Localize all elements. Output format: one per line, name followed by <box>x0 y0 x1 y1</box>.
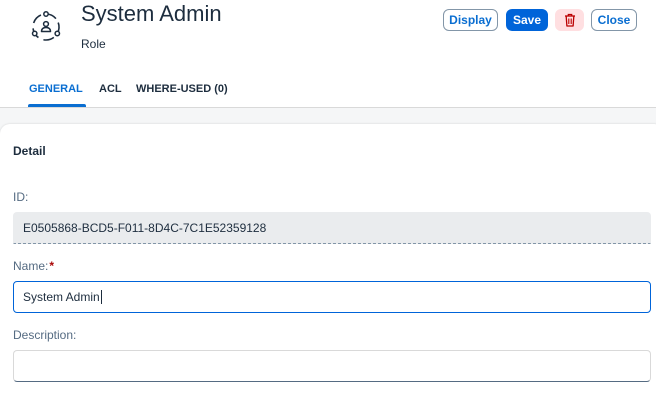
object-header: System Admin Role Display Save Close GEN… <box>0 0 656 108</box>
save-button[interactable]: Save <box>506 9 548 31</box>
role-icon <box>31 11 61 41</box>
required-indicator: * <box>49 259 55 273</box>
page-subtitle: Role <box>81 37 106 51</box>
tab-general[interactable]: GENERAL <box>29 83 83 95</box>
trash-icon <box>564 13 575 27</box>
description-input[interactable] <box>13 350 651 382</box>
section-title-detail: Detail <box>13 144 46 158</box>
id-field: E0505868-BCD5-F011-8D4C-7C1E52359128 <box>13 212 651 244</box>
id-label: ID: <box>13 190 29 204</box>
tab-where-used[interactable]: WHERE-USED (0) <box>136 83 228 95</box>
display-button[interactable]: Display <box>443 9 498 31</box>
name-input[interactable]: System Admin <box>13 281 651 313</box>
role-detail-page: System Admin Role Display Save Close GEN… <box>0 0 656 395</box>
name-label-text: Name: <box>13 259 49 273</box>
delete-button[interactable] <box>555 9 584 31</box>
text-cursor <box>100 290 102 304</box>
name-label: Name:* <box>13 259 54 273</box>
id-value: E0505868-BCD5-F011-8D4C-7C1E52359128 <box>23 221 267 235</box>
tab-acl[interactable]: ACL <box>99 83 122 95</box>
close-button[interactable]: Close <box>591 9 637 31</box>
page-title: System Admin <box>81 1 222 26</box>
description-label: Description: <box>13 328 77 342</box>
name-value: System Admin <box>23 290 100 304</box>
